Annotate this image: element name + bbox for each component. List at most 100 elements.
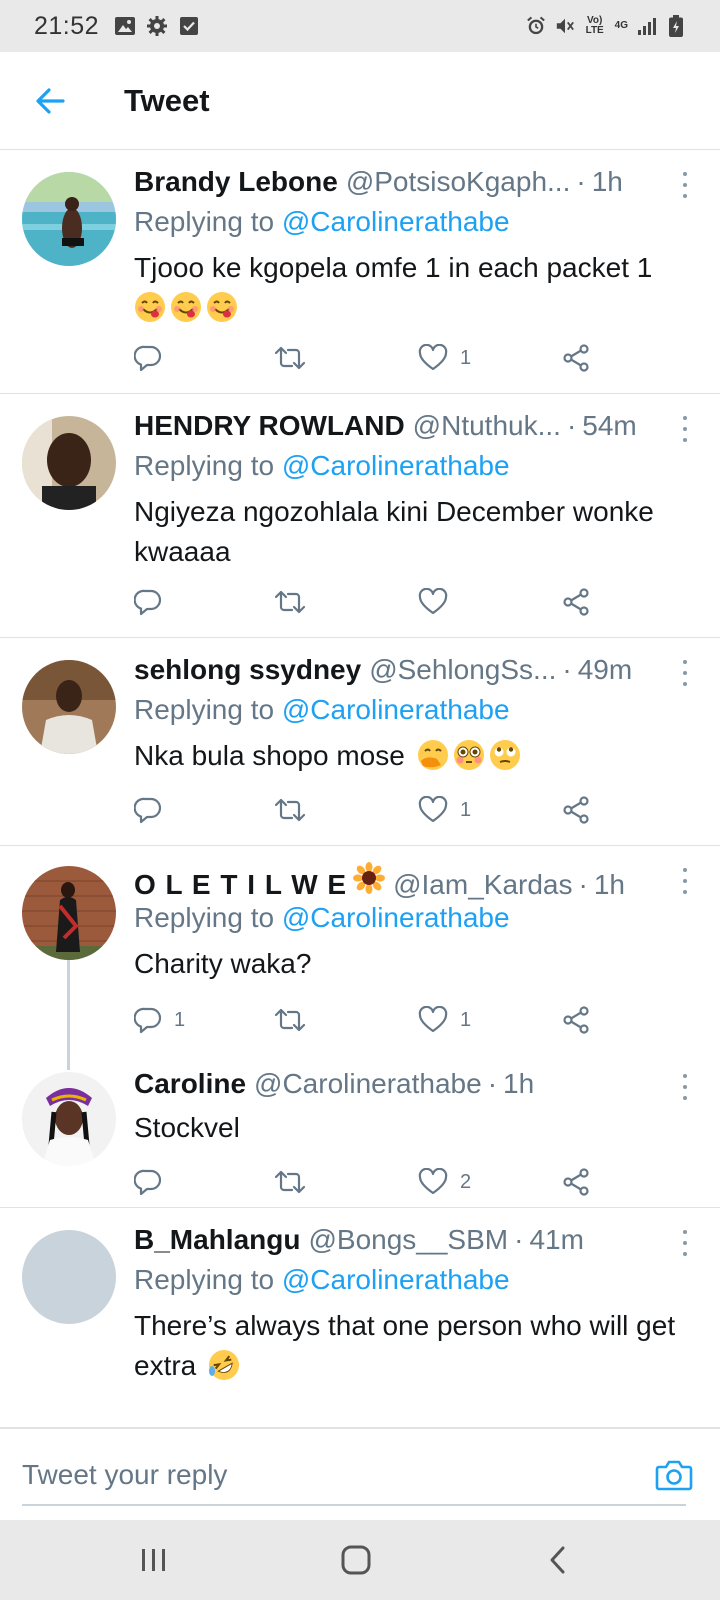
reply-button[interactable] (134, 338, 174, 378)
tweet-item[interactable]: HENDRY ROWLAND @Ntuthuk... · 54m Replyin… (0, 394, 720, 638)
face-savoring-food-icon (134, 291, 166, 323)
more-options-icon[interactable] (680, 868, 690, 894)
heart-icon (418, 1006, 448, 1033)
retweet-button[interactable] (274, 338, 318, 378)
mention-link[interactable]: @Carolinerathabe (282, 1264, 510, 1295)
share-button[interactable] (562, 790, 590, 830)
tweet-item[interactable]: B_Mahlangu @Bongs__SBM · 41m Replying to… (0, 1208, 720, 1428)
back-icon[interactable] (534, 1540, 582, 1580)
tweet-text: Stockvel (134, 1112, 240, 1143)
tweet-item[interactable]: O L E T I L W E @Iam_Kardas · 1h Replyin… (0, 846, 720, 1058)
page-title: Tweet (124, 82, 210, 118)
author-name[interactable]: HENDRY ROWLAND (134, 410, 405, 442)
mention-link[interactable]: @Carolinerathabe (282, 902, 510, 933)
replying-to: Replying to @Carolinerathabe (134, 694, 510, 725)
like-count: 2 (460, 1170, 472, 1193)
rolling-on-the-floor-laughing-icon (208, 1349, 240, 1381)
reply-icon (134, 589, 162, 616)
gear-icon (147, 16, 168, 36)
avatar[interactable] (22, 416, 116, 510)
like-count: 1 (460, 1008, 472, 1031)
author-name[interactable]: Brandy Lebone (134, 166, 338, 198)
reply-button[interactable] (134, 582, 174, 622)
like-button[interactable] (418, 582, 460, 622)
tweet-time: 54m (582, 410, 637, 441)
author-handle[interactable]: @PotsisoKgaph... (346, 166, 571, 198)
mute-icon (555, 16, 575, 36)
more-options-icon[interactable] (680, 416, 690, 442)
battery-icon (666, 15, 686, 37)
retweet-button[interactable] (274, 790, 318, 830)
tweet-time: 1h (593, 869, 625, 900)
camera-icon[interactable] (654, 1455, 694, 1495)
more-options-icon[interactable] (680, 1230, 690, 1256)
retweet-button[interactable] (274, 582, 318, 622)
replying-to: Replying to @Carolinerathabe (134, 902, 510, 933)
reply-icon (134, 1169, 162, 1196)
like-button[interactable]: 1 (418, 1000, 471, 1040)
tweet-text: Charity waka? (134, 948, 312, 979)
face-savoring-food-icon (206, 291, 238, 323)
mention-link[interactable]: @Carolinerathabe (282, 450, 510, 481)
share-button[interactable] (562, 1000, 590, 1040)
retweet-button[interactable] (274, 1000, 318, 1040)
reply-composer[interactable]: Tweet your reply (0, 1428, 720, 1520)
author-name[interactable]: B_Mahlangu (134, 1224, 300, 1256)
retweet-button[interactable] (274, 1162, 318, 1202)
avatar[interactable] (22, 1072, 116, 1166)
author-handle[interactable]: @Carolinerathabe (254, 1068, 482, 1100)
author-handle[interactable]: @Ntuthuk... (413, 410, 561, 442)
reply-button[interactable] (134, 1162, 174, 1202)
author-name[interactable]: Caroline (134, 1068, 246, 1100)
recent-apps-icon[interactable] (130, 1540, 178, 1580)
tweet-time: 1h (503, 1068, 535, 1099)
more-options-icon[interactable] (680, 660, 690, 686)
tweet-text: Nka bula shopo mose (134, 736, 690, 776)
author-handle[interactable]: @SehlongSs... (369, 654, 556, 686)
share-button[interactable] (562, 582, 590, 622)
author-name[interactable]: sehlong ssydney (134, 654, 361, 686)
retweet-icon (274, 346, 306, 370)
tweet-item[interactable]: Brandy Lebone @PotsisoKgaph... · 1h Repl… (0, 150, 720, 394)
share-icon (563, 1006, 589, 1034)
tweet-actions (134, 582, 614, 622)
reply-button[interactable]: 1 (134, 1000, 185, 1040)
more-options-icon[interactable] (680, 172, 690, 198)
tweet-text: There’s always that one person who will … (134, 1306, 690, 1386)
image-icon (115, 16, 136, 36)
avatar[interactable] (22, 866, 116, 960)
reply-icon (134, 345, 162, 372)
replies-feed[interactable]: Brandy Lebone @PotsisoKgaph... · 1h Repl… (0, 150, 720, 1428)
replying-to: Replying to @Carolinerathabe (134, 1264, 510, 1295)
back-arrow-icon[interactable] (26, 77, 74, 125)
avatar[interactable] (22, 172, 116, 266)
tweet-actions: 1 (134, 790, 614, 830)
like-button[interactable]: 1 (418, 790, 471, 830)
status-bar: 21:52 Vo) LTE 4G (0, 0, 720, 52)
like-button[interactable]: 2 (418, 1162, 471, 1202)
reply-input[interactable]: Tweet your reply (22, 1459, 227, 1491)
tweet-text: Ngiyeza ngozohlala kini December wonke k… (134, 496, 654, 567)
tweet-item[interactable]: sehlong ssydney @SehlongSs... · 49m Repl… (0, 638, 720, 846)
mention-link[interactable]: @Carolinerathabe (282, 206, 510, 237)
input-underline (22, 1504, 686, 1506)
author-handle[interactable]: @Iam_Kardas (393, 869, 572, 901)
avatar[interactable] (22, 660, 116, 754)
like-button[interactable]: 1 (418, 338, 471, 378)
retweet-icon (274, 798, 306, 822)
share-button[interactable] (562, 1162, 590, 1202)
reply-button[interactable] (134, 790, 174, 830)
tweet-item[interactable]: Caroline @Carolinerathabe · 1h Stockvel … (0, 1058, 720, 1208)
like-count: 1 (460, 346, 472, 369)
home-icon[interactable] (332, 1540, 380, 1580)
signal-icon (637, 16, 657, 36)
author-handle[interactable]: @Bongs__SBM (308, 1224, 508, 1256)
more-options-icon[interactable] (680, 1074, 690, 1100)
share-button[interactable] (562, 338, 590, 378)
author-name[interactable]: O L E T I L W E (134, 869, 347, 901)
tweet-time: 41m (529, 1224, 584, 1255)
replying-to: Replying to @Carolinerathabe (134, 450, 510, 481)
share-icon (563, 1168, 589, 1196)
mention-link[interactable]: @Carolinerathabe (282, 694, 510, 725)
avatar[interactable] (22, 1230, 116, 1324)
